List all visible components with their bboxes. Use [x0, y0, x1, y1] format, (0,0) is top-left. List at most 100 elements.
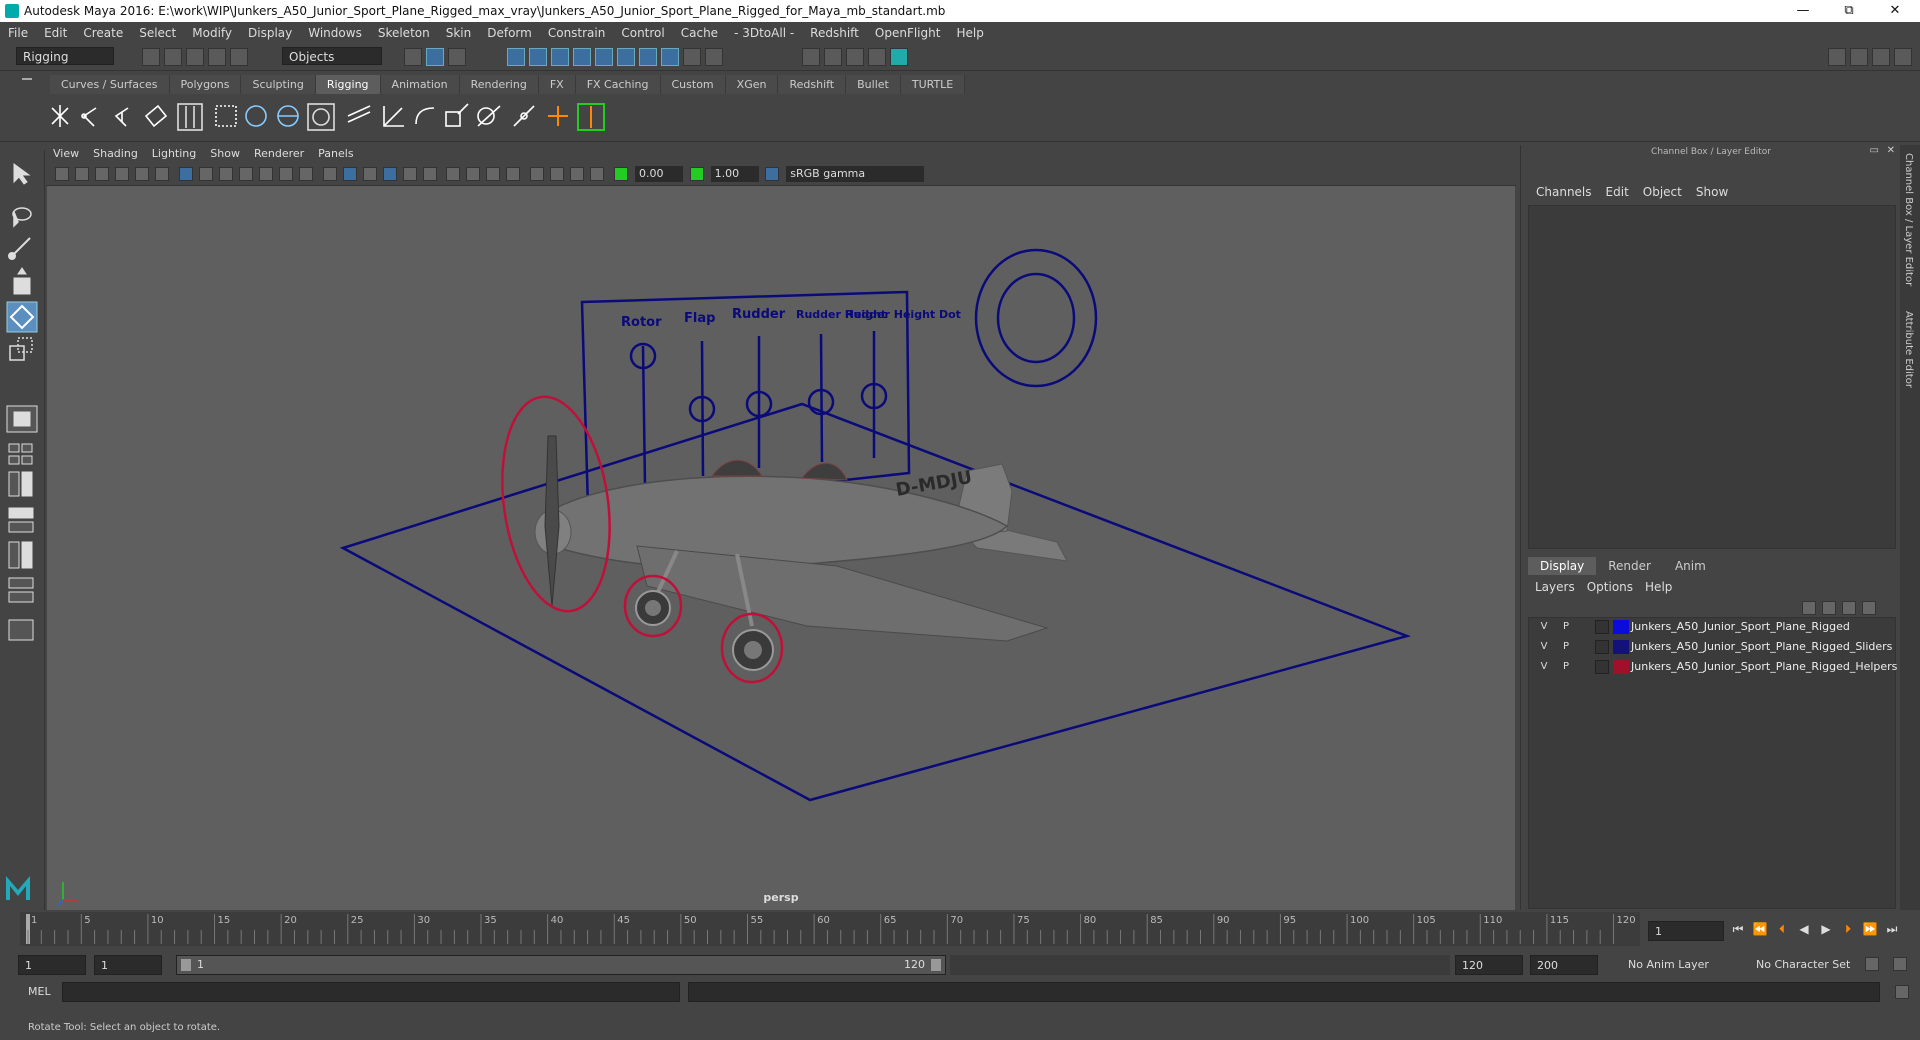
step-back-frame-icon[interactable]: ⏴ [1774, 921, 1790, 937]
play-backward-icon[interactable]: ◀ [1796, 921, 1812, 937]
menu-openflight[interactable]: OpenFlight [867, 22, 949, 44]
xray-joints-icon[interactable] [550, 167, 565, 181]
film-gate-icon[interactable] [198, 167, 213, 181]
layer-color-swatch[interactable] [1613, 640, 1629, 654]
restore-button[interactable]: ⧉ [1826, 0, 1872, 22]
menu-edit[interactable]: Edit [36, 22, 75, 44]
auto-key-icon[interactable] [1862, 956, 1882, 971]
lock-icon[interactable] [683, 48, 701, 66]
hud-icon[interactable] [590, 167, 605, 181]
exposure-icon[interactable] [614, 167, 629, 181]
layer-row[interactable]: V P Junkers_A50_Junior_Sport_Plane_Rigge… [1529, 618, 1895, 636]
safe-action-icon[interactable] [278, 167, 293, 181]
menu-skeleton[interactable]: Skeleton [370, 22, 438, 44]
shelf-tab-curves-surfaces[interactable]: Curves / Surfaces [50, 74, 170, 94]
color-space-dropdown[interactable]: sRGB gamma [786, 166, 925, 182]
panel-menu-show[interactable]: Show [203, 145, 247, 163]
shelf-tab-polygons[interactable]: Polygons [169, 74, 242, 94]
xray-active-icon[interactable] [570, 167, 585, 181]
le-tab-render[interactable]: Render [1596, 557, 1663, 575]
layer-visibility-toggle[interactable]: V [1537, 660, 1551, 674]
new-layer-selected-icon[interactable] [1862, 600, 1876, 615]
menu-select[interactable]: Select [131, 22, 184, 44]
rudder-height-slider[interactable] [807, 333, 835, 463]
exposure-field[interactable]: 0.00 [634, 166, 683, 182]
script-editor-icon[interactable] [1892, 984, 1912, 999]
smooth-shade-icon[interactable] [342, 167, 357, 181]
mel-label[interactable]: MEL [28, 985, 51, 998]
shelf-tab-rendering[interactable]: Rendering [459, 74, 539, 94]
ipr-render-icon[interactable] [846, 48, 864, 66]
2d-pan-zoom-icon[interactable] [135, 167, 149, 181]
rudder-slider[interactable] [745, 336, 773, 468]
move-layer-up-icon[interactable] [1802, 600, 1816, 615]
save-scene-icon[interactable] [186, 48, 204, 66]
menu-cache[interactable]: Cache [673, 22, 726, 44]
shelf-tab-redshift[interactable]: Redshift [778, 74, 847, 94]
toggle-modeling-toolkit-icon[interactable] [1894, 48, 1912, 66]
side-tab-channel-box[interactable]: Channel Box / Layer Editor [1903, 153, 1914, 286]
snap-grid-icon[interactable] [507, 48, 525, 66]
layer-playback-toggle[interactable]: P [1559, 640, 1573, 654]
cb-menu-object[interactable]: Object [1636, 185, 1689, 199]
menu-file[interactable]: File [0, 22, 36, 44]
redo-icon[interactable] [230, 48, 248, 66]
character-set-dropdown[interactable]: No Character Set [1750, 955, 1870, 975]
layer-color-swatch[interactable] [1613, 620, 1629, 634]
grease-pencil-icon[interactable] [155, 167, 169, 181]
animation-preferences-icon[interactable] [1890, 956, 1910, 971]
layer-visibility-toggle[interactable]: V [1537, 620, 1551, 634]
select-hierarchy-icon[interactable] [404, 48, 422, 66]
toggle-channel-box-icon[interactable] [1872, 48, 1890, 66]
step-forward-key-icon[interactable]: ⏩ [1862, 921, 1878, 937]
rudder-height-dot-slider[interactable] [860, 331, 888, 458]
shelf-menu-icon[interactable] [22, 78, 32, 80]
render-frame-icon[interactable] [824, 48, 842, 66]
anti-alias-icon[interactable] [506, 167, 521, 181]
layer-row[interactable]: V P Junkers_A50_Junior_Sport_Plane_Rigge… [1529, 658, 1897, 676]
gate-mask-icon[interactable] [238, 167, 253, 181]
snap-view-plane-icon[interactable] [573, 48, 591, 66]
menu-control[interactable]: Control [613, 22, 672, 44]
new-scene-icon[interactable] [142, 48, 160, 66]
resolution-gate-icon[interactable] [218, 167, 233, 181]
range-start-handle[interactable] [181, 959, 191, 971]
cb-menu-show[interactable]: Show [1689, 185, 1735, 199]
panel-menu-shading[interactable]: Shading [86, 145, 145, 163]
side-tab-attribute-editor[interactable]: Attribute Editor [1903, 311, 1914, 388]
playback-end-field[interactable]: 120 [1455, 955, 1523, 975]
shelf-tab-fx-caching[interactable]: FX Caching [575, 74, 661, 94]
playback-start-field[interactable]: 1 [94, 955, 162, 975]
menu-help[interactable]: Help [948, 22, 991, 44]
layer-visibility-toggle[interactable]: V [1537, 640, 1551, 654]
selection-mask-dropdown[interactable]: Objects [282, 47, 382, 65]
menu-skin[interactable]: Skin [438, 22, 480, 44]
plane-model[interactable]: D-MDJU [534, 435, 1068, 671]
shelf-tab-animation[interactable]: Animation [380, 74, 460, 94]
current-frame-field[interactable]: 1 [1648, 921, 1724, 941]
range-end-handle[interactable] [931, 959, 941, 971]
layer-playback-toggle[interactable]: P [1559, 620, 1573, 634]
le-menu-options[interactable]: Options [1581, 580, 1639, 594]
channel-box-area[interactable] [1528, 205, 1896, 549]
go-to-start-icon[interactable]: ⏮ [1730, 921, 1746, 937]
layer-playback-toggle[interactable]: P [1559, 660, 1573, 674]
motion-blur-icon[interactable] [486, 167, 501, 181]
panel-menu-lighting[interactable]: Lighting [145, 145, 203, 163]
snap-help-icon[interactable] [661, 48, 679, 66]
animation-end-field[interactable]: 200 [1530, 955, 1598, 975]
ambient-occlusion-icon[interactable] [466, 167, 481, 181]
move-layer-down-icon[interactable] [1822, 600, 1836, 615]
undo-icon[interactable] [208, 48, 226, 66]
grid-icon[interactable] [178, 167, 193, 181]
image-plane-icon[interactable] [115, 167, 129, 181]
snap-point-icon[interactable] [551, 48, 569, 66]
shelf-tab-bullet[interactable]: Bullet [846, 74, 901, 94]
animation-start-field[interactable]: 1 [18, 955, 86, 975]
color-management-icon[interactable] [765, 167, 780, 181]
layer-type-toggle[interactable] [1595, 660, 1609, 674]
step-forward-frame-icon[interactable]: ⏵ [1840, 921, 1856, 937]
perspective-viewport[interactable]: Rotor Flap Rudder Rudder Height Rudder H… [47, 186, 1515, 910]
open-scene-icon[interactable] [164, 48, 182, 66]
le-tab-display[interactable]: Display [1528, 557, 1597, 575]
